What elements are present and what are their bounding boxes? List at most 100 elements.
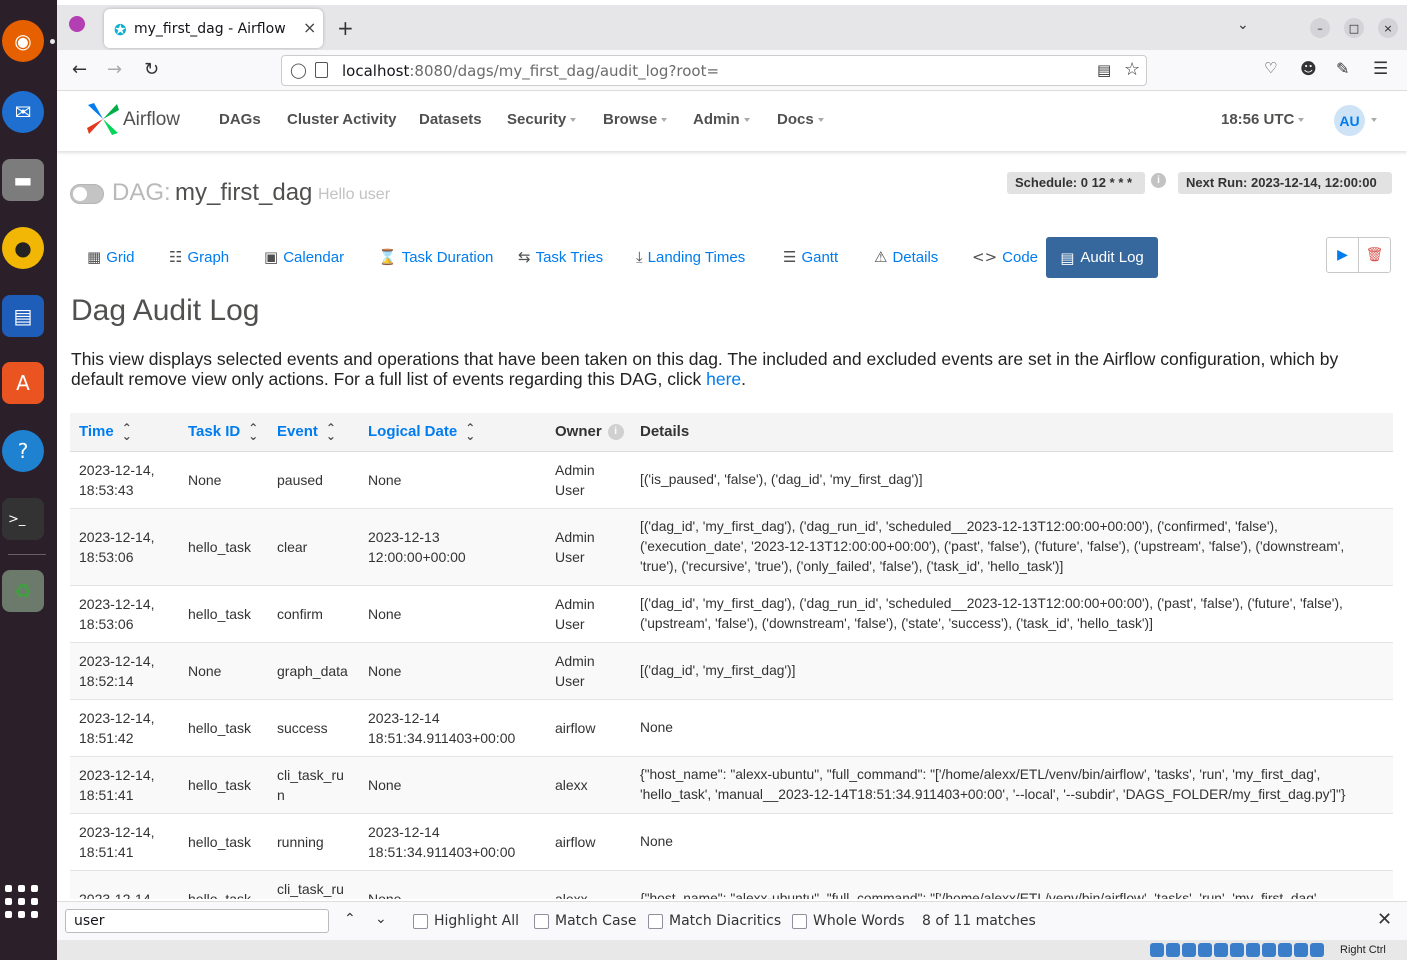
airflow-navbar: Airflow DAGs Cluster Activity Datasets S…: [57, 91, 1407, 151]
firefox-view-icon[interactable]: [69, 16, 85, 32]
caret-down-icon[interactable]: [1371, 118, 1377, 122]
table-row: 2023-12-14, 18:53:06 hello_task clear 2023-…: [70, 508, 1393, 586]
terminal-icon[interactable]: >_: [2, 498, 44, 540]
download-icon[interactable]: [1310, 943, 1324, 957]
tab-audit-log[interactable]: ▤ Audit Log: [1046, 237, 1158, 278]
hamburger-menu-icon[interactable]: ☰: [1373, 59, 1388, 79]
minimize-icon[interactable]: –: [1310, 18, 1330, 38]
list-tabs-icon[interactable]: ⌄: [1237, 17, 1249, 33]
tracking-protection-icon[interactable]: ◯: [290, 61, 307, 79]
sort-icon[interactable]: ⌃ ⌄: [326, 422, 336, 442]
nav-dags[interactable]: DAGs: [219, 111, 261, 128]
match-diacritics-checkbox[interactable]: Match Diacritics: [648, 913, 781, 929]
tab-task-duration[interactable]: ⌛ Task Duration: [378, 247, 493, 267]
user-avatar[interactable]: AU: [1334, 105, 1365, 136]
close-tab-icon[interactable]: ×: [303, 18, 316, 37]
dag-pause-toggle[interactable]: [70, 184, 104, 204]
keyboard-icon[interactable]: [1294, 943, 1308, 957]
help-icon[interactable]: ?: [2, 430, 44, 472]
nav-cluster-activity[interactable]: Cluster Activity: [287, 111, 396, 128]
cell-details: {"host_name": "alexx-ubuntu", "full_comm…: [631, 870, 1393, 899]
col-owner-label: Owner: [555, 423, 602, 441]
thunderbird-icon[interactable]: ✉: [2, 91, 44, 133]
nav-security[interactable]: Security: [507, 111, 577, 128]
find-input[interactable]: user: [65, 909, 329, 933]
forward-icon[interactable]: →: [107, 59, 122, 80]
host-key-label: Right Ctrl: [1340, 944, 1386, 956]
reload-icon[interactable]: ↻: [144, 59, 159, 80]
show-apps-icon[interactable]: [5, 885, 39, 919]
tab-grid[interactable]: ▦ Grid: [87, 247, 135, 267]
nav-browse[interactable]: Browse: [603, 111, 668, 128]
tab-code[interactable]: <> Code: [972, 247, 1038, 267]
sort-icon[interactable]: ⌃ ⌄: [122, 422, 132, 442]
recording-icon[interactable]: [1246, 943, 1260, 957]
cpu-icon[interactable]: [1262, 943, 1276, 957]
find-previous-icon[interactable]: ⌃: [344, 911, 356, 927]
files-icon[interactable]: ▬: [2, 159, 44, 201]
audit-log-table-container[interactable]: Time ⌃ ⌄ Task ID ⌃ ⌄ Event ⌃ ⌄ Logical Date ⌃ ⌄ …: [70, 413, 1393, 899]
reader-view-icon[interactable]: ▤: [1097, 61, 1111, 79]
caret-down-icon: [661, 118, 668, 123]
firefox-icon[interactable]: ◉: [2, 20, 44, 62]
nav-datasets[interactable]: Datasets: [419, 111, 482, 128]
match-case-checkbox[interactable]: Match Case: [534, 913, 636, 929]
bookmark-star-icon[interactable]: ☆: [1124, 59, 1140, 80]
browser-tab[interactable]: ✪ my_first_dag - Airflow ×: [104, 9, 323, 48]
nav-admin[interactable]: Admin: [693, 111, 750, 128]
cell-event: success: [268, 699, 359, 757]
tab-graph-label: Graph: [187, 248, 230, 266]
brand-name[interactable]: Airflow: [123, 109, 180, 131]
window-close-icon[interactable]: ×: [1378, 18, 1398, 38]
new-tab-icon[interactable]: +: [337, 16, 354, 40]
find-next-icon[interactable]: ⌄: [375, 911, 387, 927]
restore-icon[interactable]: □: [1344, 18, 1364, 38]
browser-navigation-bar: ← → ↻ ◯ localhost:8080/dags/my_first_dag…: [57, 50, 1407, 91]
shared-folder-icon[interactable]: [1198, 943, 1212, 957]
optical-drive-icon[interactable]: [1166, 943, 1180, 957]
airflow-logo-icon[interactable]: [85, 101, 121, 137]
rhythmbox-icon[interactable]: ●: [2, 227, 44, 269]
pocket-icon[interactable]: ♡: [1264, 59, 1277, 77]
close-find-icon[interactable]: ✕: [1377, 909, 1392, 930]
events-link[interactable]: here: [706, 369, 741, 389]
match-case-label: Match Case: [555, 913, 637, 929]
info-icon[interactable]: i: [607, 424, 624, 441]
address-bar[interactable]: ◯ localhost:8080/dags/my_first_dag/audit…: [281, 55, 1147, 86]
intro-end: .: [741, 369, 747, 389]
page-info-icon[interactable]: [315, 62, 328, 78]
tab-graph[interactable]: ☷ Graph: [169, 247, 229, 267]
writer-icon[interactable]: ▤: [2, 295, 44, 337]
highlight-all-checkbox[interactable]: Highlight All: [413, 913, 519, 929]
dag-id: my_first_dag: [175, 179, 313, 206]
trigger-dag-button[interactable]: ▶: [1327, 238, 1359, 272]
tab-task-tries[interactable]: ⇆ Task Tries: [518, 247, 603, 267]
tab-landing-times[interactable]: ⤓ Landing Times: [636, 247, 745, 267]
display-icon[interactable]: [1214, 943, 1228, 957]
trash-icon[interactable]: ♻: [2, 570, 44, 612]
tab-calendar[interactable]: ▣ Calendar: [264, 247, 344, 267]
back-icon[interactable]: ←: [72, 59, 87, 80]
sort-icon[interactable]: ⌃ ⌄: [248, 422, 258, 442]
account-icon[interactable]: ☻: [1300, 59, 1317, 78]
col-time[interactable]: Time ⌃ ⌄: [70, 413, 179, 452]
delete-dag-button[interactable]: 🗑: [1359, 238, 1390, 272]
app-center-icon[interactable]: A: [2, 362, 44, 404]
tab-details[interactable]: ⚠ Details: [874, 247, 938, 267]
audio-icon[interactable]: [1150, 943, 1164, 957]
whole-words-checkbox[interactable]: Whole Words: [792, 913, 905, 929]
sort-icon[interactable]: ⌃ ⌄: [465, 422, 475, 442]
mouse-integration-icon[interactable]: [1278, 943, 1292, 957]
tab-gantt[interactable]: ☰ Gantt: [783, 247, 838, 267]
tab-title: my_first_dag - Airflow: [134, 21, 286, 37]
network-icon[interactable]: [1230, 943, 1244, 957]
utc-clock[interactable]: 18:56 UTC: [1221, 111, 1305, 128]
col-event[interactable]: Event ⌃ ⌄: [268, 413, 359, 452]
extensions-icon[interactable]: ✎: [1336, 59, 1349, 78]
nav-docs[interactable]: Docs: [777, 111, 824, 128]
col-task-id[interactable]: Task ID ⌃ ⌄: [179, 413, 268, 452]
usb-icon[interactable]: [1182, 943, 1196, 957]
url-text[interactable]: localhost:8080/dags/my_first_dag/audit_l…: [342, 62, 719, 80]
col-logical-date[interactable]: Logical Date ⌃ ⌄: [359, 413, 546, 452]
info-icon[interactable]: i: [1151, 173, 1166, 188]
